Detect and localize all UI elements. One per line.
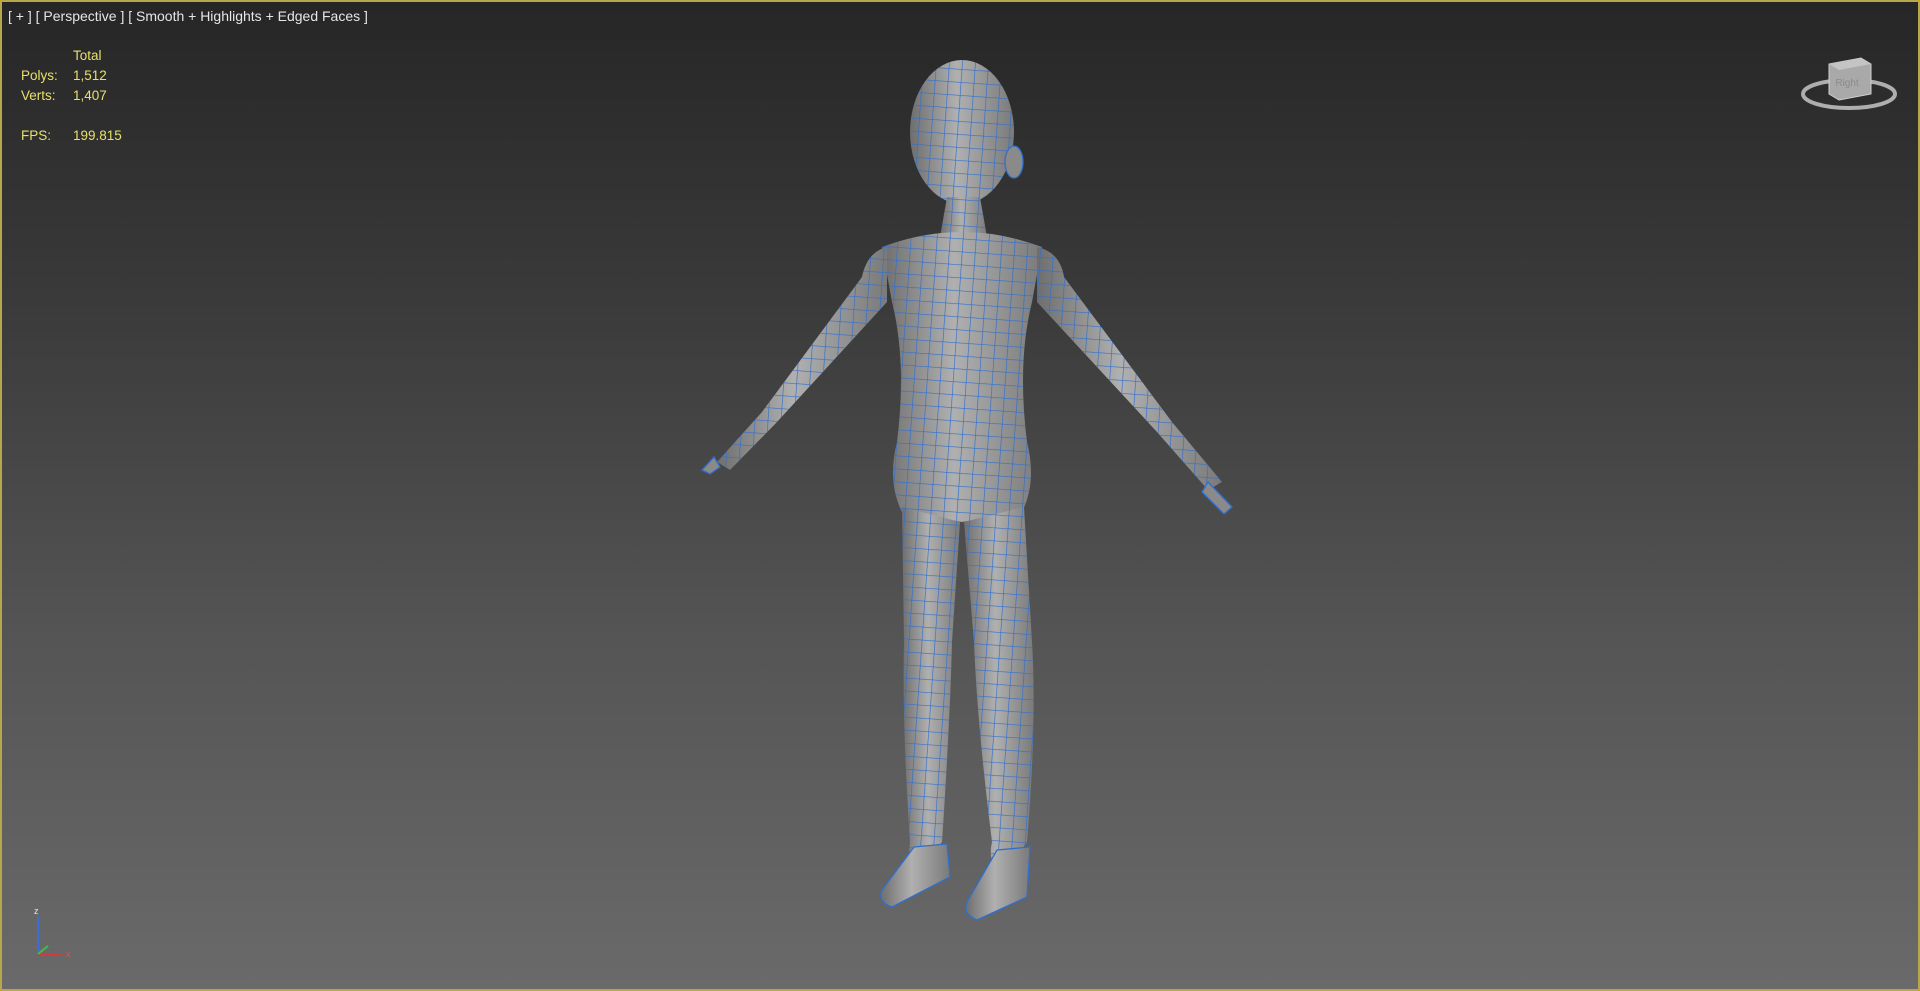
character-wireframe-mesh[interactable] <box>2 2 1918 989</box>
viewcube-navigation[interactable]: Right <box>1799 46 1899 116</box>
viewcube-face-label: Right <box>1835 78 1859 89</box>
axis-z-label: z <box>34 906 39 916</box>
axis-x-label: x <box>66 949 71 959</box>
perspective-viewport[interactable]: [ + ] [ Perspective ] [ Smooth + Highlig… <box>0 0 1920 991</box>
world-axis-tripod: z x <box>34 906 71 959</box>
figure-body <box>700 60 1233 921</box>
